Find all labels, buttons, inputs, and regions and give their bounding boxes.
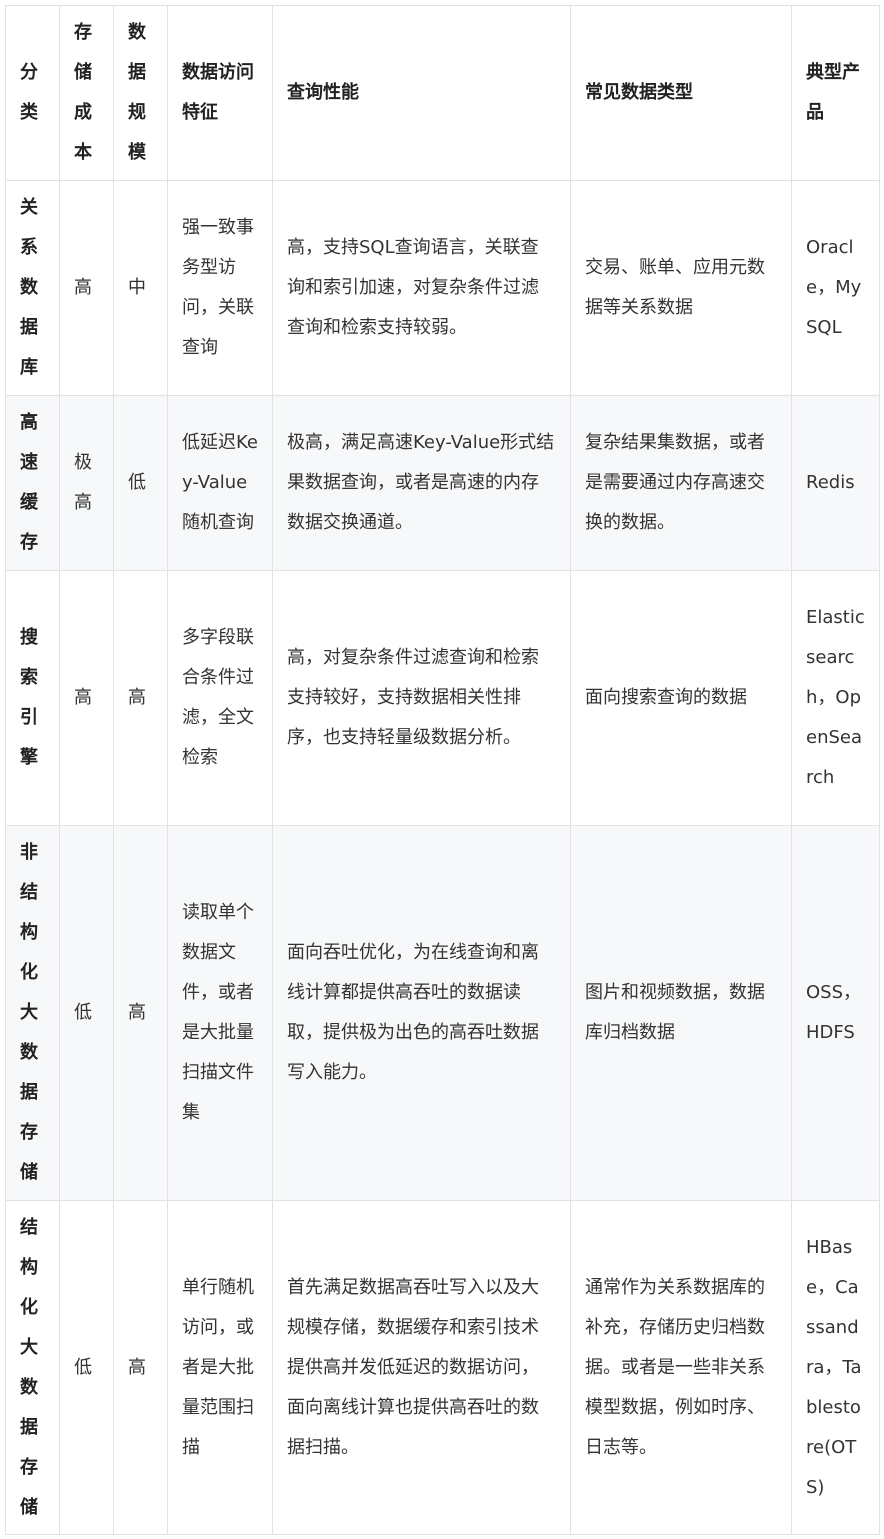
row-data-types: 图片和视频数据，数据库归档数据 bbox=[570, 825, 792, 1201]
row-category: 高速缓存 bbox=[5, 395, 60, 571]
row-data-scale: 中 bbox=[113, 180, 168, 396]
table-row: 搜索引擎 高 高 多字段联合条件过滤，全文检索 高，对复杂条件过滤查询和检索支持… bbox=[5, 570, 880, 826]
row-query-performance: 面向吞吐优化，为在线查询和离线计算都提供高吞吐的数据读取，提供极为出色的高吞吐数… bbox=[272, 825, 571, 1201]
table-row: 高速缓存 极高 低 低延迟Key-Value随机查询 极高，满足高速Key-Va… bbox=[5, 395, 880, 571]
row-data-scale: 低 bbox=[113, 395, 168, 571]
row-products: Elasticsearch，OpenSearch bbox=[791, 570, 880, 826]
row-query-performance: 高，对复杂条件过滤查询和检索支持较好，支持数据相关性排序，也支持轻量级数据分析。 bbox=[272, 570, 571, 826]
row-storage-cost: 高 bbox=[59, 570, 114, 826]
row-storage-cost: 低 bbox=[59, 825, 114, 1201]
row-query-performance: 首先满足数据高吞吐写入以及大规模存储，数据缓存和索引技术提供高并发低延迟的数据访… bbox=[272, 1200, 571, 1535]
row-data-types: 通常作为关系数据库的补充，存储历史归档数据。或者是一些非关系模型数据，例如时序、… bbox=[570, 1200, 792, 1535]
row-category: 非结构化大数据存储 bbox=[5, 825, 60, 1201]
row-category: 结构化大数据存储 bbox=[5, 1200, 60, 1535]
row-data-scale: 高 bbox=[113, 825, 168, 1201]
header-storage-cost: 存储成本 bbox=[59, 5, 114, 181]
row-category: 关系数据库 bbox=[5, 180, 60, 396]
header-data-types: 常见数据类型 bbox=[570, 5, 792, 181]
row-products: HBase，Cassandra，Tablestore(OTS) bbox=[791, 1200, 880, 1535]
row-access-pattern: 低延迟Key-Value随机查询 bbox=[167, 395, 273, 571]
header-query-performance: 查询性能 bbox=[272, 5, 571, 181]
row-data-scale: 高 bbox=[113, 1200, 168, 1535]
row-data-types: 交易、账单、应用元数据等关系数据 bbox=[570, 180, 792, 396]
storage-comparison-table: 分类 存储成本 数据规模 数据访问特征 查询性能 常见数据类型 典型产品 关系数… bbox=[5, 5, 880, 1535]
row-access-pattern: 单行随机访问，或者是大批量范围扫描 bbox=[167, 1200, 273, 1535]
row-storage-cost: 高 bbox=[59, 180, 114, 396]
row-products: OSS，HDFS bbox=[791, 825, 880, 1201]
row-data-types: 面向搜索查询的数据 bbox=[570, 570, 792, 826]
row-products: Redis bbox=[791, 395, 880, 571]
row-data-types: 复杂结果集数据，或者是需要通过内存高速交换的数据。 bbox=[570, 395, 792, 571]
row-category: 搜索引擎 bbox=[5, 570, 60, 826]
table-row: 非结构化大数据存储 低 高 读取单个数据文件，或者是大批量扫描文件集 面向吞吐优… bbox=[5, 825, 880, 1201]
row-storage-cost: 低 bbox=[59, 1200, 114, 1535]
row-data-scale: 高 bbox=[113, 570, 168, 826]
row-query-performance: 高，支持SQL查询语言，关联查询和索引加速，对复杂条件过滤查询和检索支持较弱。 bbox=[272, 180, 571, 396]
row-query-performance: 极高，满足高速Key-Value形式结果数据查询，或者是高速的内存数据交换通道。 bbox=[272, 395, 571, 571]
row-access-pattern: 强一致事务型访问，关联查询 bbox=[167, 180, 273, 396]
table-row: 结构化大数据存储 低 高 单行随机访问，或者是大批量范围扫描 首先满足数据高吞吐… bbox=[5, 1200, 880, 1535]
row-products: Oracle，MySQL bbox=[791, 180, 880, 396]
header-products: 典型产品 bbox=[791, 5, 880, 181]
row-access-pattern: 读取单个数据文件，或者是大批量扫描文件集 bbox=[167, 825, 273, 1201]
header-data-scale: 数据规模 bbox=[113, 5, 168, 181]
header-category: 分类 bbox=[5, 5, 60, 181]
table-header-row: 分类 存储成本 数据规模 数据访问特征 查询性能 常见数据类型 典型产品 bbox=[5, 5, 880, 181]
row-storage-cost: 极高 bbox=[59, 395, 114, 571]
table-row: 关系数据库 高 中 强一致事务型访问，关联查询 高，支持SQL查询语言，关联查询… bbox=[5, 180, 880, 396]
row-access-pattern: 多字段联合条件过滤，全文检索 bbox=[167, 570, 273, 826]
header-access-pattern: 数据访问特征 bbox=[167, 5, 273, 181]
